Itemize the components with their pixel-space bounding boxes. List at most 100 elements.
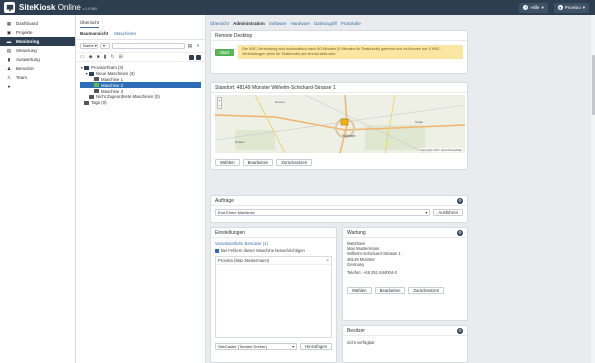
machine-tree-panel: Übersicht Baumansicht Maschinen Name ▾ ▾… (76, 15, 206, 363)
main-sidebar: ▦ Dashboard ▣ Projekte ▬ Monitoring ▤ Steuerung… (0, 15, 76, 363)
location-map[interactable]: Münster Greven Telgte Nottuln + − Copyrig… (215, 95, 465, 153)
filter-operator-select[interactable]: ▾ (100, 43, 110, 49)
tab-administration[interactable]: Administration (233, 21, 265, 26)
filter-input[interactable] (112, 43, 185, 49)
tab-machines[interactable]: Maschinen (114, 31, 136, 36)
gear-icon[interactable]: ⚙ (457, 327, 463, 334)
map-label-greven: Greven (275, 100, 285, 104)
map-graphic: Münster Greven Telgte Nottuln (215, 95, 465, 153)
sidebar-item-team[interactable]: ♙ Team (0, 73, 75, 82)
map-label-muenster: Münster (343, 134, 356, 138)
folder-icon (89, 94, 94, 99)
delete-icon[interactable]: ▮ (104, 54, 107, 60)
sidebar-item-auswertung[interactable]: ▮ Auswertung (0, 55, 75, 64)
orders-card: Aufträge ⚙ Erst Einen Machines ▾ Ausführen (210, 195, 468, 223)
sidebar-item-monitoring[interactable]: ▬ Monitoring (0, 37, 75, 46)
gear-icon[interactable]: ⚙ (457, 197, 463, 204)
user-menu-button[interactable]: ● Provisio ▾ (553, 2, 589, 13)
location-reset-button[interactable]: Zurücksetzen (276, 159, 313, 166)
tab-protokolle[interactable]: Protokolle (341, 21, 361, 26)
caret-down-icon: ▾ (425, 210, 428, 215)
filter-apply-icon[interactable]: ▤ (187, 43, 193, 49)
machine-tabs: Übersicht Administration Software Hardware D… (206, 15, 485, 29)
maintenance-card: Wartung ⚙ Wetzstein Max Mustermann Wilhel… (342, 227, 468, 321)
remote-desktop-title: Remote Desktop (211, 31, 467, 41)
add-user-select[interactable]: SiteCaster (Torsten Dreher) ▾ (215, 343, 298, 351)
owner-value: nicht verfügbar (347, 340, 375, 345)
question-icon: ? (523, 5, 529, 10)
tab-hardware[interactable]: Hardware (291, 21, 311, 26)
tree-node-label: Nicht Zugeordnete Maschinen (0) (96, 94, 160, 100)
tab-overview[interactable]: Übersicht (80, 20, 100, 28)
sidebar-item-benutzer[interactable]: ♟ Benutzer (0, 64, 75, 73)
tab-dateizugriff[interactable]: Dateizugriff (314, 21, 337, 26)
sidebar-item-dashboard[interactable]: ▦ Dashboard (0, 19, 75, 28)
caret-down-icon: ▾ (292, 344, 295, 350)
start-remote-button[interactable]: Start (215, 48, 235, 56)
tab-übersicht[interactable]: Übersicht (210, 21, 229, 26)
machine-icon[interactable]: ■ (97, 54, 100, 60)
map-label-telgte: Telgte (415, 120, 423, 124)
monitor-icon: ▬ (6, 39, 12, 44)
sidebar-item-projekte[interactable]: ▣ Projekte (0, 28, 75, 37)
map-zoom-control[interactable]: + − (217, 97, 222, 109)
tree-node[interactable]: Tags (0) (80, 100, 201, 106)
sidebar-item-label: Team (16, 75, 28, 80)
grid-icon[interactable]: ⊞ (119, 54, 123, 60)
maintenance-choose-button[interactable]: Wählen (347, 287, 372, 295)
machine-tree: ▼ ProvisioTeam (3) ▼ Neue Maschinen (3) Masc… (76, 62, 205, 109)
sidebar-item-steuerung[interactable]: ▤ Steuerung (0, 46, 75, 55)
sidebar-item-label: Steuerung (16, 48, 37, 53)
execute-order-button[interactable]: Ausführen (433, 209, 463, 216)
page-scrollbar[interactable] (591, 15, 595, 363)
tree-node-label: Maschine 2 (101, 82, 123, 88)
sidebar-item-label: Monitoring (16, 39, 40, 44)
bar-chart-icon: ▮ (7, 56, 11, 62)
collapse-all-icon[interactable] (189, 54, 194, 60)
filter-field-select[interactable]: Name ▾ (80, 43, 98, 49)
orders-title: Aufträge (215, 197, 234, 204)
maintenance-edit-button[interactable]: Bearbeiten (374, 287, 406, 295)
brand-title: SiteKiosk Online v.1.0.950 (19, 3, 97, 12)
notify-checkbox[interactable] (215, 248, 219, 253)
filter-clear-icon[interactable]: × (195, 43, 201, 49)
folder-icon[interactable]: ▭ (80, 54, 85, 60)
info-icon: ● (7, 84, 11, 89)
remove-user-icon[interactable]: × (326, 258, 329, 264)
sidebar-item-info[interactable]: ● (0, 82, 75, 91)
refresh-icon[interactable]: ↻ (110, 54, 114, 60)
sidebar-item-label: Dashboard (16, 21, 39, 26)
sitekiosk-logo-icon (4, 2, 15, 13)
caret-down-icon: ▾ (582, 4, 585, 10)
location-card: Standort: 48149 Münster Wilhelm-Schickar… (210, 82, 468, 170)
gear-icon[interactable]: ⚙ (457, 229, 463, 236)
owner-title: Besitzer (347, 327, 366, 334)
help-menu-button[interactable]: ? Hilfe ▾ (519, 2, 548, 13)
orders-select[interactable]: Erst Einen Machines ▾ (215, 209, 431, 216)
folder-icon (89, 71, 94, 76)
tag-icon[interactable]: ◆ (89, 54, 93, 60)
scrollbar-thumb[interactable] (591, 55, 595, 115)
grid-icon: ▤ (6, 47, 12, 53)
tab-tree-view[interactable]: Baumansicht (80, 31, 108, 36)
machine-icon (94, 89, 99, 94)
notify-checkbox-label: Bei Fehlern dieser Maschine benachrichti… (221, 248, 305, 254)
tree-node-label: ProvisioTeam (3) (91, 65, 124, 71)
maintenance-reset-button[interactable]: Zurücksetzen (408, 287, 445, 295)
map-copyright: Copyright 2017 OpenStreetMap (418, 148, 463, 152)
machine-icon (94, 77, 99, 82)
machine-icon (94, 83, 99, 88)
tab-software[interactable]: Software (269, 21, 287, 26)
maintenance-line: Germany (347, 261, 365, 267)
maintenance-phone: Telefon: +49 251 844004-0 (347, 270, 397, 276)
sidebar-item-label: Projekte (16, 30, 33, 35)
location-edit-button[interactable]: Bearbeiten (242, 159, 274, 166)
map-label-nottuln: Nottuln (235, 140, 245, 144)
dashboard-icon: ▦ (6, 20, 12, 26)
expand-all-icon[interactable] (196, 54, 201, 60)
team-icon: ♙ (6, 74, 12, 80)
location-choose-button[interactable]: Wählen (215, 159, 240, 166)
responsible-users-link[interactable]: Verantwortliche Benutzer (1) (215, 241, 332, 246)
add-user-button[interactable]: Hinzufügen (300, 343, 332, 351)
caret-down-icon: ▾ (541, 4, 544, 10)
